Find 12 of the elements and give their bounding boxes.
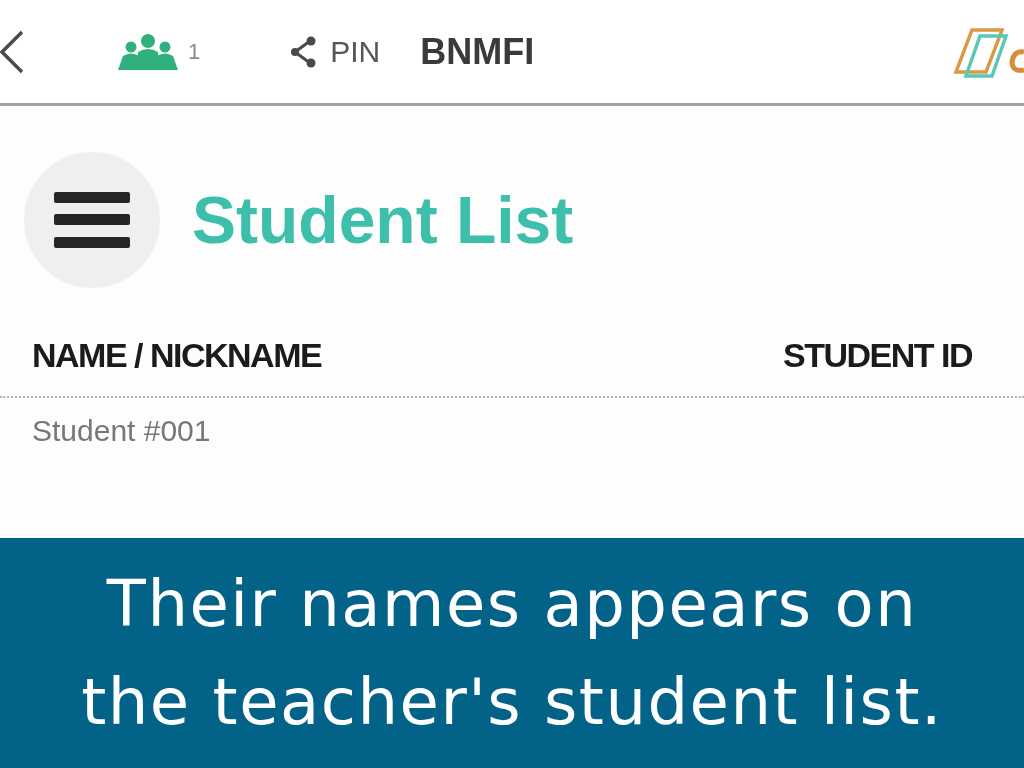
pin-code: BNMFI [420,33,535,70]
share-icon[interactable] [290,35,317,68]
caption-text: Their names appears on the teacher's student list. [80,566,944,741]
people-icon [118,33,178,70]
pin-label: PIN [330,36,381,67]
column-header: NAME / NICKNAME [32,338,322,372]
back-icon[interactable] [0,29,24,74]
student-count: 1 [188,40,201,63]
menu-icon [54,192,130,248]
page-title: Student List [192,187,574,253]
column-header: STUDENT ID [783,338,972,372]
table-cell: Student #001 [32,416,211,446]
